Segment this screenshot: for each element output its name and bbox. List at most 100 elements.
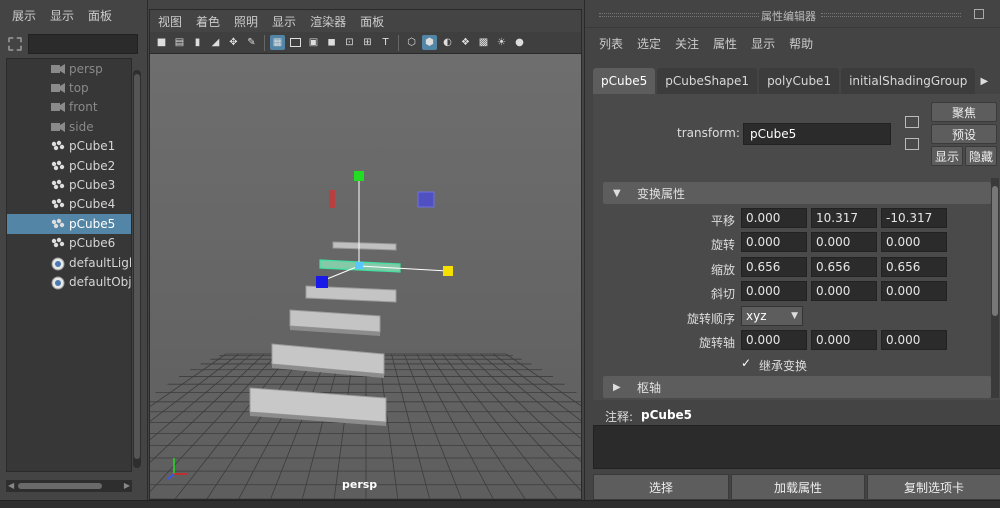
input-connection-icon[interactable] — [905, 116, 919, 128]
rotate-axis-z-field[interactable]: 0.000 — [881, 330, 947, 350]
viewport-menu-show[interactable]: 显示 — [272, 13, 296, 30]
outliner-item[interactable]: top — [7, 78, 131, 97]
lighting-icon[interactable]: ◐ — [440, 35, 455, 50]
load-attributes-button[interactable]: 加载属性 — [731, 474, 865, 500]
shear-xz-field[interactable]: 0.000 — [811, 281, 877, 301]
pivots-section[interactable]: ▶ 枢轴 — [603, 376, 991, 398]
wireframe-on-shaded-icon[interactable]: ❖ — [458, 35, 473, 50]
2d-pan-zoom-icon[interactable]: ✥ — [226, 35, 241, 50]
viewport-menu-renderer[interactable]: 渲染器 — [310, 13, 346, 30]
rotate-axis-y-field[interactable]: 0.000 — [811, 330, 877, 350]
shear-xy-field[interactable]: 0.000 — [741, 281, 807, 301]
outliner-item[interactable]: pCube2 — [7, 156, 131, 175]
focus-button[interactable]: 聚焦 — [931, 102, 997, 122]
rotate-order-dropdown[interactable]: xyz ▼ — [741, 306, 803, 326]
transform-name-field[interactable]: pCube5 — [743, 123, 891, 145]
translate-z-field[interactable]: -10.317 — [881, 208, 947, 228]
ae-menu-show[interactable]: 显示 — [751, 35, 775, 52]
outliner-item[interactable]: side — [7, 117, 131, 136]
outliner-item[interactable]: pCube5 — [7, 214, 131, 234]
outliner-item[interactable]: defaultObjectSet — [7, 272, 131, 291]
tab-polycube1[interactable]: polyCube1 — [759, 68, 840, 94]
wireframe-icon[interactable]: ⬡ — [404, 35, 419, 50]
safe-title-icon[interactable]: T — [378, 35, 393, 50]
drag-grip[interactable] — [821, 13, 961, 17]
attribute-editor-scrollbar[interactable] — [991, 178, 999, 398]
outliner-item[interactable]: pCube1 — [7, 137, 131, 156]
ae-menu-attributes[interactable]: 属性 — [713, 35, 737, 52]
outliner-horizontal-scrollbar[interactable]: ◀ ▶ — [6, 480, 132, 492]
outliner-menu-panels[interactable]: 面板 — [88, 7, 112, 24]
viewport-menu-panels[interactable]: 面板 — [360, 13, 384, 30]
camera-select-icon[interactable]: ■ — [154, 35, 169, 50]
filter-icon[interactable] — [8, 37, 22, 51]
select-button[interactable]: 选择 — [593, 474, 729, 500]
tab-scroll-right-icon[interactable]: ▶ — [977, 68, 991, 94]
ae-menu-help[interactable]: 帮助 — [789, 35, 813, 52]
translate-x-field[interactable]: 0.000 — [741, 208, 807, 228]
textured-icon[interactable]: ▩ — [476, 35, 491, 50]
scroll-left-icon[interactable]: ◀ — [8, 481, 14, 490]
copy-tab-button[interactable]: 复制选项卡 — [867, 474, 1000, 500]
outliner-menu-show[interactable]: 显示 — [50, 7, 74, 24]
outliner-item[interactable]: defaultLightSet — [7, 253, 131, 272]
outliner-item[interactable]: pCube4 — [7, 195, 131, 214]
rotate-axis-x-field[interactable]: 0.000 — [741, 330, 807, 350]
tab-pcubeshape1[interactable]: pCubeShape1 — [657, 68, 758, 94]
resolution-gate-icon[interactable]: ▣ — [306, 35, 321, 50]
3d-viewport[interactable]: persp — [150, 54, 581, 499]
outliner-item[interactable]: front — [7, 98, 131, 117]
film-gate-icon[interactable] — [288, 35, 303, 50]
grid-icon[interactable]: ▦ — [270, 35, 285, 50]
field-chart-icon[interactable]: ⊡ — [342, 35, 357, 50]
outliner-item[interactable]: persp — [7, 59, 131, 78]
ae-menu-focus[interactable]: 关注 — [675, 35, 699, 52]
float-window-icon[interactable] — [974, 9, 984, 19]
safe-action-icon[interactable]: ⊞ — [360, 35, 375, 50]
gate-mask-icon[interactable]: ◼ — [324, 35, 339, 50]
shadows-icon[interactable]: ● — [512, 35, 527, 50]
smooth-shade-icon[interactable]: ⬢ — [422, 35, 437, 50]
scale-z-field[interactable]: 0.656 — [881, 257, 947, 277]
attribute-editor-menubar: 列表 选定 关注 属性 显示 帮助 — [585, 28, 1000, 58]
bookmark-icon[interactable]: ▮ — [190, 35, 205, 50]
outliner-item[interactable]: pCube6 — [7, 234, 131, 253]
output-connection-icon[interactable] — [905, 138, 919, 150]
viewport-menu-lighting[interactable]: 照明 — [234, 13, 258, 30]
grease-pencil-icon[interactable]: ✎ — [244, 35, 259, 50]
rotate-x-field[interactable]: 0.000 — [741, 232, 807, 252]
scale-x-field[interactable]: 0.656 — [741, 257, 807, 277]
presets-button[interactable]: 预设 — [931, 124, 997, 144]
rotate-z-field[interactable]: 0.000 — [881, 232, 947, 252]
camera-attributes-icon[interactable]: ▤ — [172, 35, 187, 50]
viewport-menu-view[interactable]: 视图 — [158, 13, 182, 30]
ae-menu-list[interactable]: 列表 — [599, 35, 623, 52]
hide-button[interactable]: 隐藏 — [965, 146, 997, 166]
use-all-lights-icon[interactable]: ☀ — [494, 35, 509, 50]
translate-y-field[interactable]: 10.317 — [811, 208, 877, 228]
rotate-y-field[interactable]: 0.000 — [811, 232, 877, 252]
scroll-thumb[interactable] — [18, 483, 102, 489]
transform-attributes-section[interactable]: ▼ 变换属性 — [603, 182, 991, 204]
tab-pcube5[interactable]: pCube5 — [593, 68, 656, 94]
drag-grip[interactable] — [599, 13, 759, 17]
show-button[interactable]: 显示 — [931, 146, 963, 166]
inherits-transform-checkbox[interactable]: ✓ — [741, 357, 753, 369]
outliner-item[interactable]: pCube3 — [7, 175, 131, 194]
expand-triangle-icon: ▶ — [613, 381, 621, 393]
outliner-search-input[interactable] — [28, 34, 138, 54]
viewport-menu-shading[interactable]: 着色 — [196, 13, 220, 30]
scroll-thumb[interactable] — [134, 74, 140, 459]
ae-menu-selected[interactable]: 选定 — [637, 35, 661, 52]
section-label: 变换属性 — [637, 186, 686, 201]
outliner-vertical-scrollbar[interactable] — [133, 70, 141, 468]
scroll-thumb[interactable] — [992, 186, 998, 316]
outliner-menu-display[interactable]: 展示 — [12, 7, 36, 24]
scroll-right-icon[interactable]: ▶ — [124, 481, 130, 490]
image-plane-icon[interactable]: ◢ — [208, 35, 223, 50]
shear-yz-field[interactable]: 0.000 — [881, 281, 947, 301]
timeline-strip[interactable] — [0, 500, 1000, 508]
tab-initialshadinggroup[interactable]: initialShadingGroup — [841, 68, 976, 94]
scale-y-field[interactable]: 0.656 — [811, 257, 877, 277]
notes-textarea[interactable] — [593, 425, 1000, 469]
